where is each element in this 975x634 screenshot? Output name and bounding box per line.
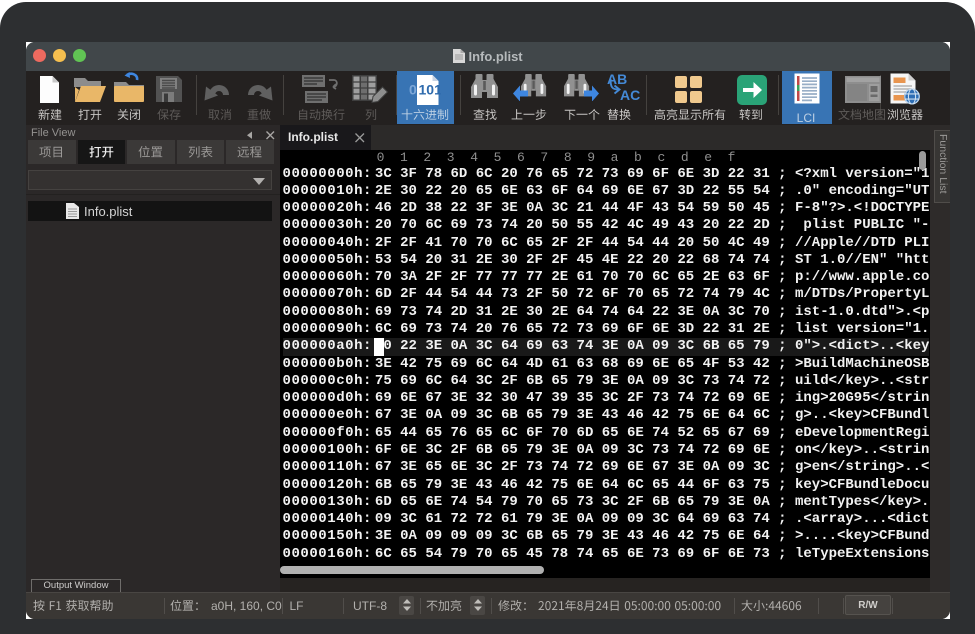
svg-text:0: 0 — [409, 82, 417, 98]
svg-text:101: 101 — [419, 82, 442, 98]
